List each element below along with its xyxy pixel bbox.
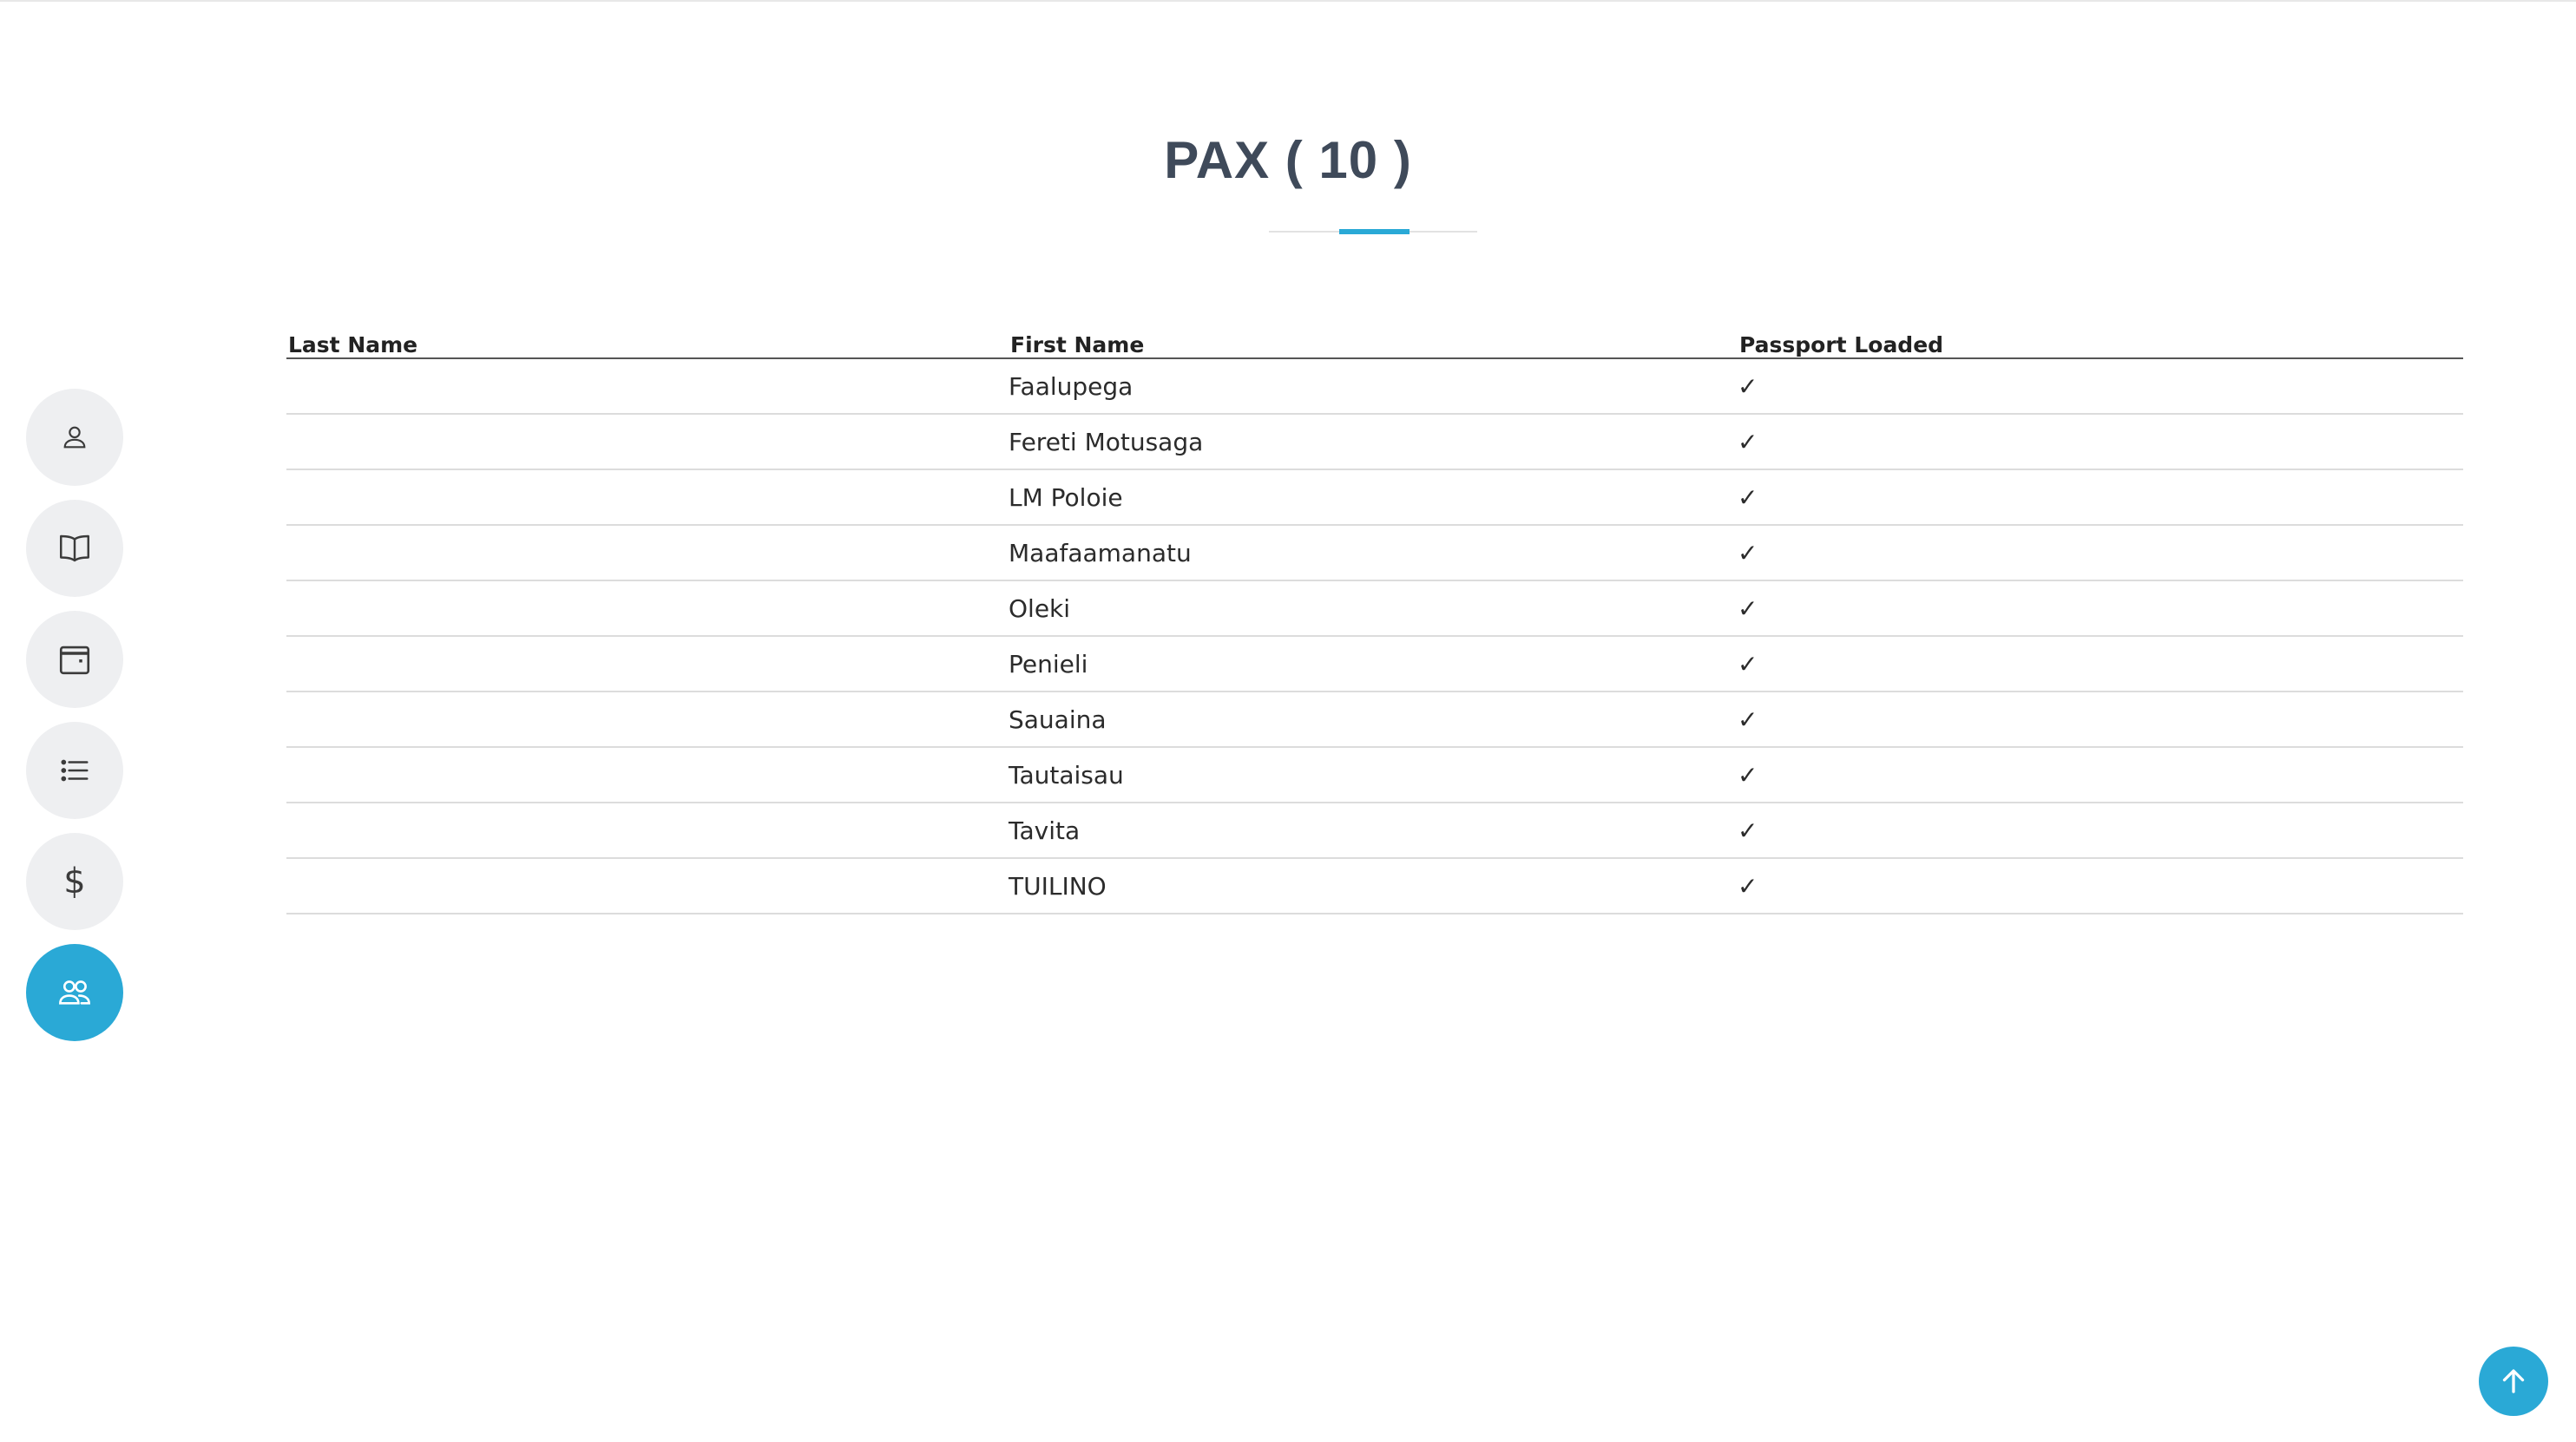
cell-last-name bbox=[286, 525, 1009, 581]
cell-first-name: Penieli bbox=[1009, 636, 1738, 692]
list-icon bbox=[56, 751, 94, 790]
table-row: Tavita ✓ bbox=[286, 803, 2463, 859]
cell-first-name: Faalupega bbox=[1009, 358, 1738, 415]
sidebar-item-passengers[interactable] bbox=[26, 944, 123, 1041]
arrow-up-icon bbox=[2498, 1366, 2529, 1397]
cell-last-name bbox=[286, 414, 1009, 470]
cell-passport-check: ✓ bbox=[1738, 803, 2463, 859]
cell-passport-check: ✓ bbox=[1738, 580, 2463, 637]
table-row: Sauaina ✓ bbox=[286, 692, 2463, 748]
table-row: TUILINO ✓ bbox=[286, 858, 2463, 914]
sidebar-item-calendar[interactable] bbox=[26, 611, 123, 708]
cell-last-name bbox=[286, 636, 1009, 692]
cell-first-name: TUILINO bbox=[1009, 858, 1738, 914]
cell-passport-check: ✓ bbox=[1738, 636, 2463, 692]
sidebar-item-payments[interactable]: $ bbox=[26, 833, 123, 930]
cell-first-name: Oleki bbox=[1009, 580, 1738, 637]
calendar-icon bbox=[56, 640, 94, 678]
header-last-name[interactable]: Last Name bbox=[286, 321, 1009, 359]
table-header-row: Last Name First Name Passport Loaded bbox=[286, 321, 2463, 359]
cell-passport-check: ✓ bbox=[1738, 858, 2463, 914]
table-row: Penieli ✓ bbox=[286, 636, 2463, 692]
table-row: Tautaisau ✓ bbox=[286, 747, 2463, 803]
cell-passport-check: ✓ bbox=[1738, 747, 2463, 803]
top-border bbox=[0, 0, 2576, 2]
cell-last-name bbox=[286, 858, 1009, 914]
title-underline-accent bbox=[1339, 229, 1410, 234]
cell-passport-check: ✓ bbox=[1738, 692, 2463, 748]
cell-passport-check: ✓ bbox=[1738, 469, 2463, 526]
cell-last-name bbox=[286, 692, 1009, 748]
header-first-name[interactable]: First Name bbox=[1009, 321, 1738, 359]
cell-last-name bbox=[286, 803, 1009, 859]
sidebar-item-book[interactable] bbox=[26, 500, 123, 597]
cell-last-name bbox=[286, 580, 1009, 637]
cell-passport-check: ✓ bbox=[1738, 414, 2463, 470]
sidebar-item-list[interactable] bbox=[26, 722, 123, 819]
page-title: PAX ( 10 ) bbox=[1164, 131, 1412, 189]
cell-first-name: Tavita bbox=[1009, 803, 1738, 859]
cell-last-name bbox=[286, 469, 1009, 526]
cell-first-name: LM Poloie bbox=[1009, 469, 1738, 526]
header-passport-loaded[interactable]: Passport Loaded bbox=[1738, 321, 2463, 359]
cell-first-name: Maafaamanatu bbox=[1009, 525, 1738, 581]
sidebar-item-profile[interactable] bbox=[26, 389, 123, 486]
cell-first-name: Fereti Motusaga bbox=[1009, 414, 1738, 470]
user-icon bbox=[56, 418, 94, 456]
table-row: Fereti Motusaga ✓ bbox=[286, 414, 2463, 470]
cell-passport-check: ✓ bbox=[1738, 525, 2463, 581]
cell-passport-check: ✓ bbox=[1738, 358, 2463, 415]
table-row: Faalupega ✓ bbox=[286, 358, 2463, 415]
dollar-label: $ bbox=[63, 862, 86, 901]
table-row: Oleki ✓ bbox=[286, 580, 2463, 637]
cell-last-name bbox=[286, 358, 1009, 415]
table-row: LM Poloie ✓ bbox=[286, 469, 2463, 526]
dollar-icon: $ bbox=[56, 862, 94, 901]
scroll-to-top-button[interactable] bbox=[2479, 1347, 2548, 1416]
group-icon bbox=[56, 973, 94, 1012]
book-icon bbox=[56, 529, 94, 567]
cell-first-name: Tautaisau bbox=[1009, 747, 1738, 803]
cell-last-name bbox=[286, 747, 1009, 803]
table-row: Maafaamanatu ✓ bbox=[286, 525, 2463, 581]
pax-table: Last Name First Name Passport Loaded Faa… bbox=[286, 321, 2463, 914]
cell-first-name: Sauaina bbox=[1009, 692, 1738, 748]
